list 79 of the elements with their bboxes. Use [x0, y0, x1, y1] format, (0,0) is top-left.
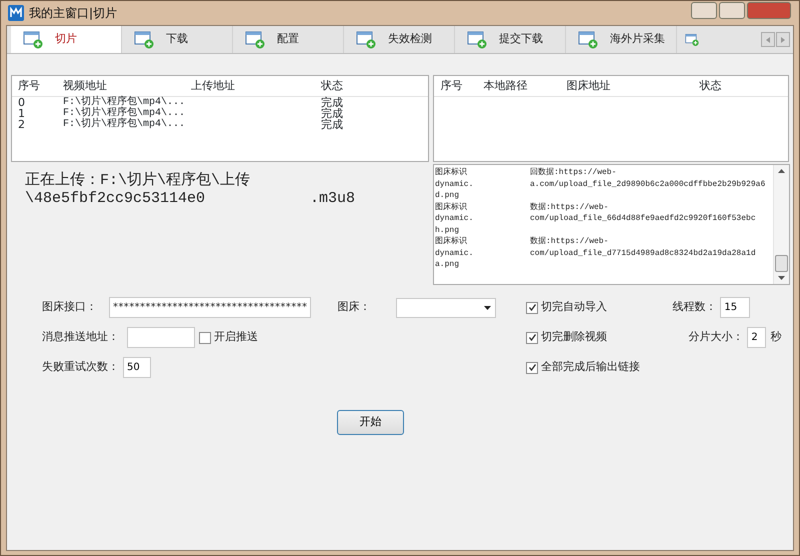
table-cell-text: F:\切片\程序包\mp4\...: [62, 119, 185, 130]
checkbox[interactable]: [526, 302, 538, 314]
table-cell-text: 0: [17, 97, 26, 108]
column-header[interactable]: 状态: [315, 78, 360, 94]
log-text: dynamic.: [435, 213, 474, 224]
api-field[interactable]: ************************************: [109, 297, 312, 318]
log-text: h.png: [435, 224, 460, 236]
scroll-thumb[interactable]: [775, 255, 788, 272]
scroll-left-button[interactable]: [761, 32, 775, 47]
column-header[interactable]: 图床地址: [560, 78, 694, 94]
scroll-right-button[interactable]: [776, 32, 790, 47]
log-text: 图床标识: [435, 167, 468, 178]
checkbox-label: 全部完成后输出链接: [541, 359, 640, 376]
table-cell-text: F:\切片\程序包\mp4\...: [62, 108, 185, 119]
window-plus-icon: [134, 30, 154, 48]
log-text: 数据:https://web-: [530, 236, 608, 248]
table-cell-text: 完成: [320, 97, 344, 108]
log-text: d.png: [435, 190, 460, 202]
caret-icon: [484, 306, 492, 310]
table-cell-text: 2: [17, 119, 26, 130]
minimize-button[interactable]: [691, 2, 717, 19]
field-label: 图床：: [337, 299, 370, 316]
field-label: 消息推送地址：: [42, 329, 119, 346]
tab[interactable]: 提交下载: [455, 26, 566, 53]
push-url-field[interactable]: [127, 327, 195, 348]
checkbox-label: 切完删除视频: [541, 329, 608, 346]
column-header[interactable]: 本地路径: [477, 78, 560, 94]
log-text: com/upload_file_66d4d88fe9aedfd2c9920f160f53ebc: [530, 213, 756, 224]
log-text: dynamic.: [435, 248, 474, 259]
field-label: 线程数：: [672, 299, 716, 316]
window-plus-icon: [245, 30, 265, 48]
column-header[interactable]: 视频地址: [57, 78, 185, 94]
tab[interactable]: 海外片采集: [566, 26, 677, 53]
window-title: 我的主窗口|切片: [29, 5, 118, 22]
log-text: a.png: [435, 259, 460, 270]
threads-field[interactable]: 15: [720, 297, 750, 318]
log-text: dynamic.: [435, 178, 474, 190]
scrollbar[interactable]: [773, 165, 789, 284]
retry-field[interactable]: 50: [123, 357, 151, 378]
scroll-down-icon[interactable]: [778, 276, 785, 280]
column-header[interactable]: 状态: [693, 78, 734, 94]
column-header[interactable]: 序号: [12, 78, 57, 94]
checkbox-label: 切完自动导入: [541, 299, 608, 316]
tab[interactable]: 配置: [233, 26, 344, 53]
tab[interactable]: 切片: [11, 26, 122, 53]
window-plus-icon: [23, 30, 43, 48]
app-icon: [8, 5, 24, 21]
start-button[interactable]: 开始: [337, 410, 404, 435]
checkbox[interactable]: [526, 362, 538, 374]
left-arrow-icon: [764, 34, 772, 44]
field-label: 图床接口：: [42, 299, 97, 316]
log-text: a.com/upload_file_2d9890b6c2a000cdffbbe2b29b929a6: [530, 178, 766, 190]
table-cell-text: 1: [17, 108, 26, 119]
log-text: 图床标识: [435, 236, 468, 248]
field-label: 失败重试次数：: [42, 359, 119, 376]
log-text: com/upload_file_d7715d4989ad8c8324bd2a19da28a1d: [530, 248, 756, 259]
unit-label: 秒: [770, 329, 782, 346]
tab[interactable]: 下载: [122, 26, 233, 53]
window-plus-icon: [578, 30, 598, 48]
table-cell-text: 完成: [320, 108, 344, 119]
maximize-button[interactable]: [719, 2, 745, 19]
window-plus-icon: [467, 30, 487, 48]
checkbox[interactable]: [526, 332, 538, 344]
scroll-up-icon[interactable]: [778, 169, 785, 173]
field-label: 分片大小：: [688, 329, 744, 346]
right-arrow-icon: [779, 34, 787, 44]
table-cell-text: F:\切片\程序包\mp4\...: [62, 97, 185, 108]
checkbox-label: 开启推送: [214, 329, 258, 346]
slice-size-field[interactable]: 2: [747, 327, 766, 348]
column-header[interactable]: 序号: [434, 78, 478, 94]
log-text: 数据:https://web-: [530, 202, 608, 213]
log-text: 图床标识: [435, 202, 468, 213]
log-text: 回数据:https://web-: [530, 167, 616, 178]
table-cell-text: 完成: [320, 119, 344, 130]
upload-status: 正在上传：F:\切片\程序包\上传 \48e5fbf2cc9c53114e0 .m3u8: [24, 170, 356, 209]
column-header[interactable]: 上传地址: [185, 78, 315, 94]
window-plus-icon: [356, 30, 376, 48]
checkbox[interactable]: [199, 332, 211, 344]
tab[interactable]: 失效检测: [344, 26, 455, 53]
